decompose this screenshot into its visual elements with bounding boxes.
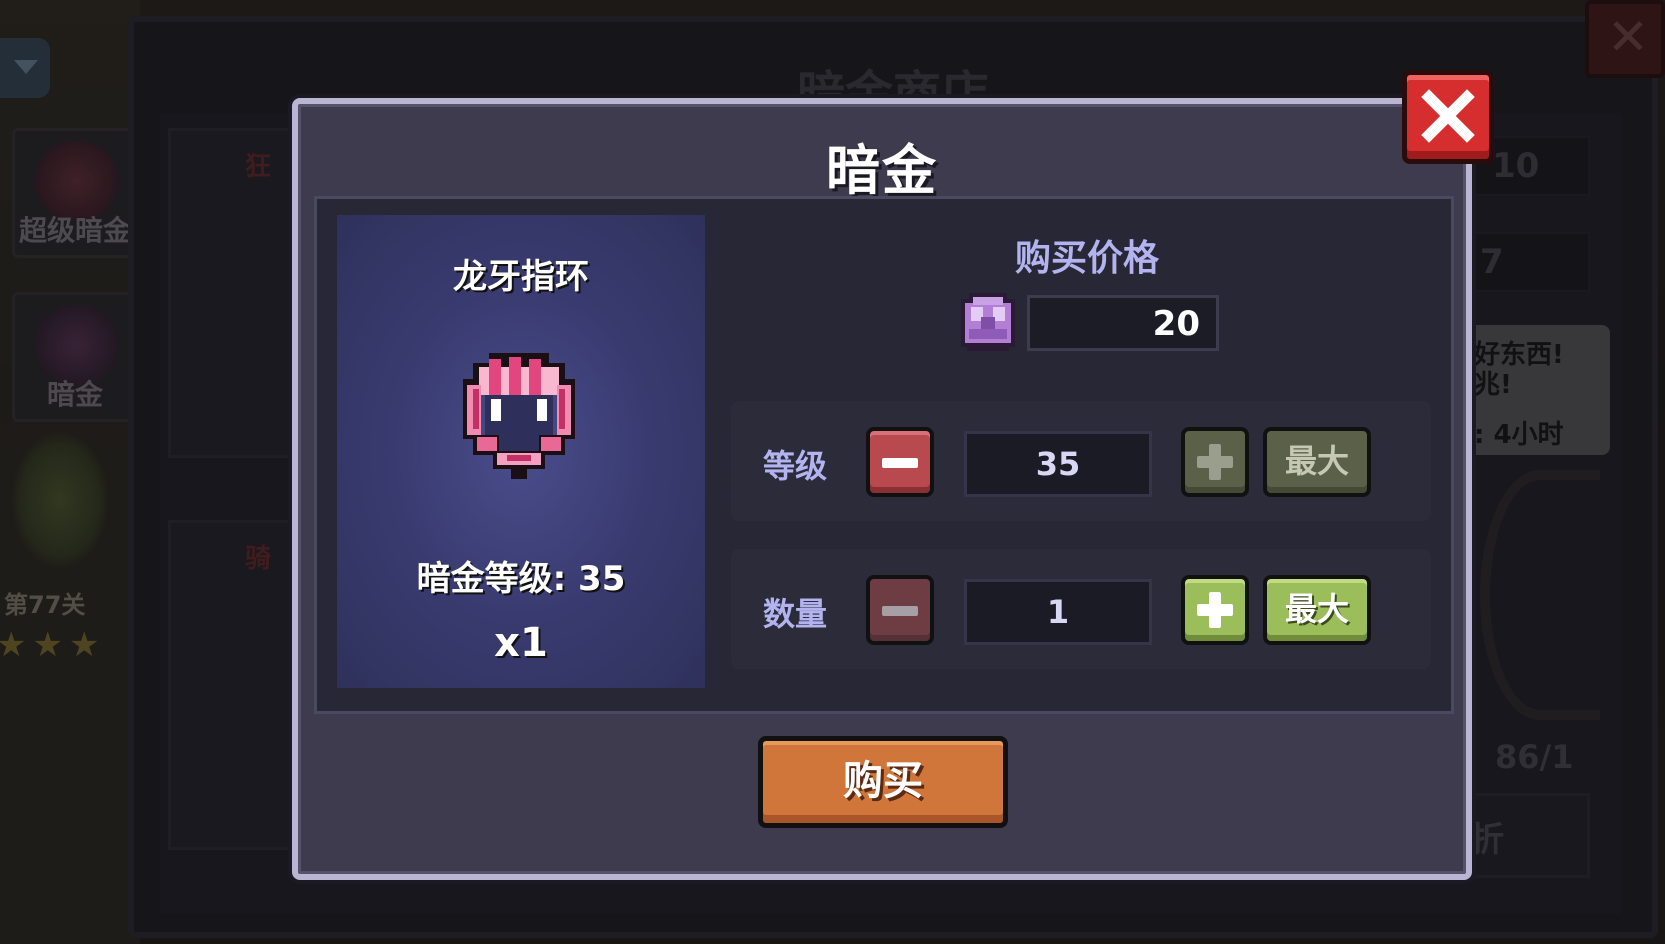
item-quantity: x1 (494, 620, 548, 666)
item-preview-panel: 龙牙指环 暗金等级: 35 x1 (337, 215, 705, 688)
item-dark-gold-level: 暗金等级: 35 (416, 559, 626, 599)
level-selector-row: 等级 35 最大 (731, 401, 1431, 521)
dialog-title: 暗金 (826, 139, 938, 202)
quantity-label: 数量 (763, 595, 828, 633)
close-dialog-button[interactable] (1402, 70, 1494, 164)
close-icon (1421, 89, 1475, 143)
item-name: 龙牙指环 (453, 257, 589, 297)
price-title: 购买价格 (1014, 238, 1159, 279)
level-decrease-button[interactable] (866, 427, 934, 497)
plus-icon-vertical (1209, 592, 1221, 628)
level-increase-button[interactable] (1181, 427, 1249, 497)
level-value: 35 (964, 431, 1152, 497)
level-max-button[interactable]: 最大 (1263, 427, 1371, 497)
quantity-increase-button[interactable] (1181, 575, 1249, 645)
quantity-value: 1 (964, 579, 1152, 645)
dark-gold-crystal-icon (961, 293, 1015, 351)
quantity-selector-row: 数量 1 最大 (731, 549, 1431, 669)
plus-icon-vertical (1209, 444, 1221, 480)
dark-gold-purchase-dialog: 暗金 龙牙指环 暗金等级: 35 x1 购买价格 20 等级 35 最大 数量 … (292, 98, 1472, 880)
minus-icon (882, 458, 918, 468)
buy-button[interactable]: 购买 (758, 736, 1008, 828)
minus-icon (882, 606, 918, 616)
quantity-max-button[interactable]: 最大 (1263, 575, 1371, 645)
dialog-body: 龙牙指环 暗金等级: 35 x1 购买价格 20 等级 35 最大 数量 1 最… (314, 196, 1454, 714)
price-value: 20 (1152, 304, 1200, 344)
dragon-fang-ring-icon (463, 353, 575, 479)
level-label: 等级 (763, 447, 828, 485)
quantity-decrease-button[interactable] (866, 575, 934, 645)
price-display: 20 (1027, 295, 1219, 351)
